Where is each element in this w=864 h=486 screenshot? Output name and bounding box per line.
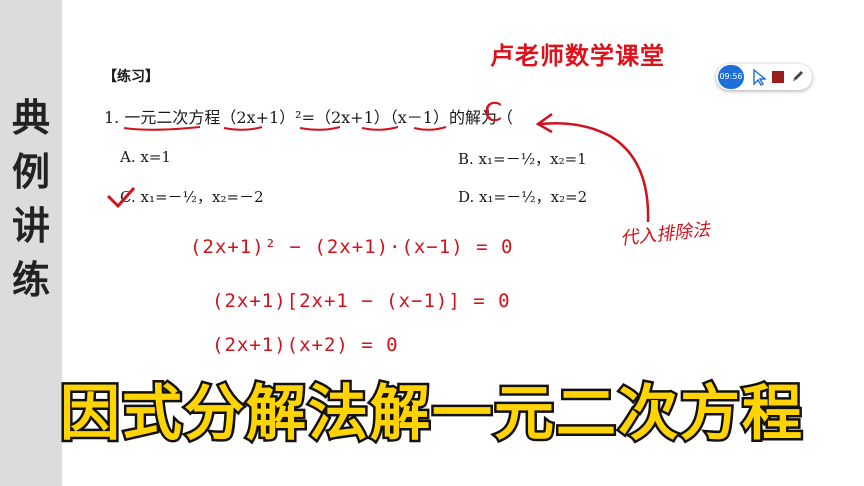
video-banner-title: 因式分解法解一元二次方程 (58, 377, 805, 452)
check-mark (106, 187, 136, 209)
pointer-arrow (539, 121, 650, 223)
underline-stroke (413, 126, 447, 131)
underline-stroke (299, 126, 341, 131)
underline-stroke (123, 126, 201, 131)
underline-stroke (361, 126, 399, 131)
underline-stroke (223, 126, 263, 131)
